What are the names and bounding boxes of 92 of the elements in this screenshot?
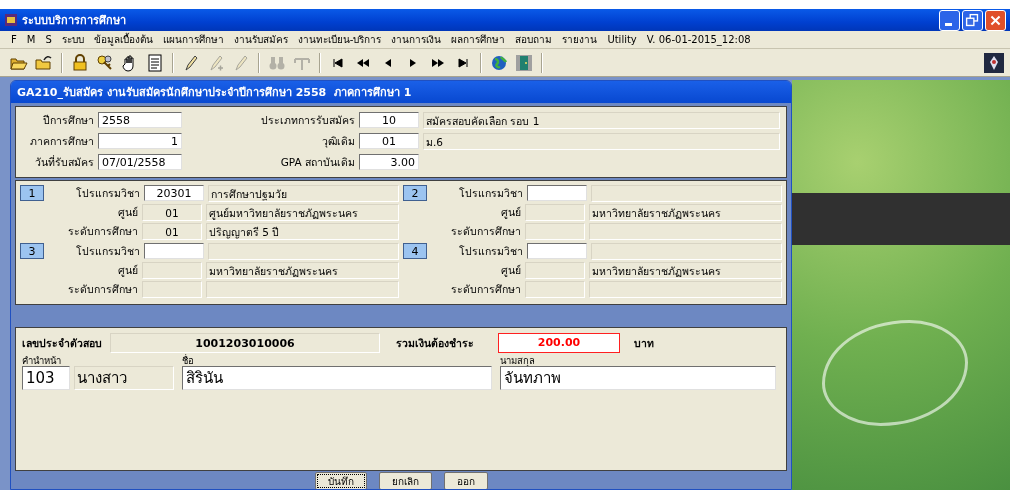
input-field[interactable]: 10 [359,112,419,128]
input-field[interactable]: 01 [359,133,419,149]
field-label: โปรแกรมวิชา [458,243,523,259]
prefix-field: นางสาว [74,366,174,390]
keys-icon[interactable] [96,53,114,72]
description-field: มหาวิทยาลัยราชภัฏพระนคร [589,261,782,279]
menu-item[interactable]: สอบถาม [510,32,558,47]
code-field: 01 [142,222,202,240]
code-field: 01 [142,203,202,221]
restore-button[interactable] [962,9,983,31]
menu-item[interactable]: F [6,34,22,45]
menu-item[interactable]: Utility [602,34,642,45]
currency-label: บาท [634,335,654,351]
document-icon[interactable] [146,53,164,72]
field-label: วันที่รับสมัคร [34,154,94,170]
field-label: GPA สถาบันเดิม [279,154,355,170]
menu-item[interactable]: ผลการศึกษา [446,32,511,47]
field-label: ระดับการศึกษา [450,223,521,239]
field-label: วุฒิเดิม [321,133,355,150]
input-field[interactable] [527,185,587,201]
field-label: ระดับการศึกษา [67,223,138,239]
description-field: มหาวิทยาลัยราชภัฏพระนคร [206,261,399,279]
code-field [525,280,585,298]
field-label: ศูนย์ [117,262,138,279]
menu-item[interactable]: งานการเงิน [386,32,447,47]
menu-item[interactable]: V. 06-01-2015_12:08 [641,34,756,45]
field-label: ศูนย์ [117,204,138,221]
description-field: ม.6 [423,132,780,150]
total-field: 200.00 [498,333,620,353]
code-field [142,261,202,279]
description-field: มหาวิทยาลัยราชภัฏพระนคร [589,203,782,221]
minimize-icon [945,22,952,26]
first-name-field[interactable]: สิรินัน [182,366,492,390]
field-label: ปีการศึกษา [42,112,94,128]
close-button[interactable] [985,9,1006,31]
code-field [142,280,202,298]
input-field[interactable] [527,243,587,259]
menu-item[interactable]: M [21,34,41,45]
description-field: ศูนย์มหาวิทยาลัยราชภัฏพระนคร [206,203,399,221]
app-icon [4,13,18,27]
exam-id-field: 1001203010006 [110,333,380,353]
menu-item[interactable]: งานทะเบียน-บริการ [292,32,387,47]
field-label: ระดับการศึกษา [67,281,138,297]
form-button[interactable]: ยกเลิก [378,472,432,489]
pencil-icon[interactable] [182,53,200,72]
field-label: รวมเงินต้องชำระ [396,335,475,351]
description-field: การศึกษาปฐมวัย [208,184,399,202]
input-field[interactable] [144,243,204,259]
input-field[interactable]: 07/01/2558 [98,154,182,170]
field-label: ระดับการศึกษา [450,281,521,297]
number-badge: 2 [403,185,427,201]
last-name-field[interactable]: จันทภาพ [500,366,776,390]
form-title: GA210_รับสมัคร งานรับสมัครนักศึกษาประจำปีการศึกษา 2558 ภาคการศึกษา 1 [17,85,412,101]
code-field [525,261,585,279]
field-label: นามสกุล [500,355,536,366]
prefix-code-field[interactable]: 103 [22,366,70,390]
field-label: โปรแกรมวิชา [458,185,523,201]
minimize-button[interactable] [939,9,960,31]
field-label: โปรแกรมวิชา [75,243,140,259]
description-field: สมัครสอบคัดเลือก รอบ 1 [423,111,780,129]
input-field[interactable]: 20301 [144,185,204,201]
number-badge: 4 [403,243,427,259]
code-field [525,203,585,221]
field-label: คำนำหน้า [22,355,62,366]
field-label: ศูนย์ [500,204,521,221]
door-icon[interactable] [515,53,533,72]
input-field[interactable]: 3.00 [359,154,419,170]
number-badge: 1 [20,185,44,201]
number-badge: 3 [20,243,44,259]
description-field: ปริญญาตรี 5 ปี [206,222,399,240]
form-button[interactable]: ออก [443,472,488,489]
field-label: ประเภทการรับสมัคร [260,112,355,128]
field-label: เลขประจำตัวสอบ [22,335,102,351]
input-field[interactable]: 1 [98,133,182,149]
menu-item[interactable]: แผนการศึกษา [157,32,229,47]
menu-item[interactable]: รายงาน [557,32,603,47]
globe-icon[interactable] [490,53,508,72]
code-field [525,222,585,240]
menu-item[interactable]: ระบบ [56,32,89,47]
menu-item[interactable]: งานรับสมัคร [228,32,293,47]
menu-item[interactable]: S [40,34,57,45]
form-button[interactable]: บันทึก [314,472,367,489]
emblem-icon[interactable] [984,52,1004,73]
field-label: โปรแกรมวิชา [75,185,140,201]
lock-icon[interactable] [71,53,89,72]
window-title: ระบบบริการการศึกษา [22,13,126,29]
field-label: ภาคการศึกษา [29,133,94,149]
field-label: ชื่อ [182,355,195,366]
field-label: ศูนย์ [500,262,521,279]
input-field[interactable]: 2558 [98,112,182,128]
menu-item[interactable]: ข้อมูลเบื้องต้น [88,32,158,47]
folder-arrow-icon[interactable] [35,53,53,72]
